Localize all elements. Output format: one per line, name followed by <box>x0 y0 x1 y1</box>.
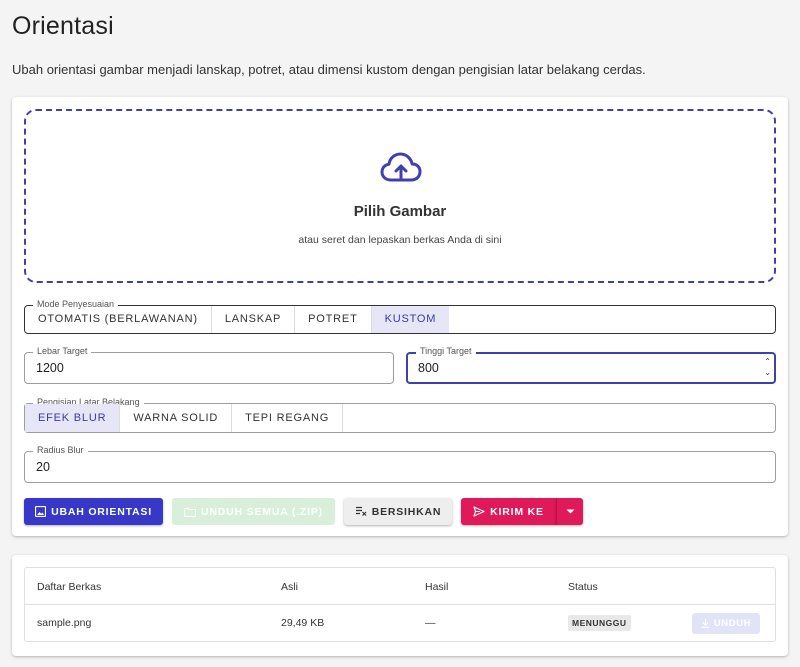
file-name-cell: sample.png <box>37 617 92 629</box>
clear-list-icon <box>355 506 367 516</box>
file-original-size-cell: 29,49 KB <box>281 617 325 629</box>
download-all-label: UNDUH SEMUA (.ZIP) <box>201 505 323 518</box>
table-divider <box>25 604 775 605</box>
cloud-upload-icon <box>380 152 422 182</box>
width-label: Lebar Target <box>33 346 92 356</box>
height-label: Tinggi Target <box>416 346 476 356</box>
file-result-cell: — <box>425 617 436 629</box>
background-option-blur[interactable]: EFEK BLUR <box>25 404 121 432</box>
mode-option-landscape[interactable]: LANSKAP <box>212 306 296 333</box>
upload-heading: Pilih Gambar <box>353 203 447 220</box>
background-option-stretch[interactable]: TEPI REGANG <box>232 404 344 432</box>
file-list-card: Daftar Berkas Asli Hasil Status sample.p… <box>12 555 788 656</box>
convert-button-label: UBAH ORIENTASI <box>51 505 152 518</box>
mode-option-auto[interactable]: OTOMATIS (BERLAWANAN) <box>25 306 212 333</box>
download-icon <box>701 619 710 628</box>
settings-card: Pilih Gambar atau seret dan lepaskan ber… <box>12 97 788 536</box>
upload-dropzone[interactable]: Pilih Gambar atau seret dan lepaskan ber… <box>24 109 776 283</box>
upload-hint: atau seret dan lepaskan berkas Anda di s… <box>298 234 502 246</box>
mode-option-portrait[interactable]: POTRET <box>295 306 372 333</box>
mode-selector: Mode Penyesuaian OTOMATIS (BERLAWANAN) L… <box>24 299 776 334</box>
send-to-button[interactable]: KIRIM KE <box>461 498 556 525</box>
chevron-up-icon[interactable]: ⌃ <box>764 356 771 367</box>
page-description: Ubah orientasi gambar menjadi lanskap, p… <box>12 62 646 77</box>
send-to-dropdown-button[interactable] <box>556 498 583 525</box>
clear-button[interactable]: BERSIHKAN <box>344 498 452 525</box>
height-stepper[interactable]: ⌃ ⌄ <box>764 356 771 378</box>
column-header-files: Daftar Berkas <box>37 581 102 593</box>
background-selector: Pengisian Latar Belakang EFEK BLUR WARNA… <box>24 397 776 433</box>
file-table: Daftar Berkas Asli Hasil Status sample.p… <box>24 567 776 642</box>
width-value[interactable]: 1200 <box>36 361 64 375</box>
row-download-label: UNDUH <box>713 618 752 629</box>
height-field[interactable]: Tinggi Target 800 ⌃ ⌄ <box>406 346 776 384</box>
send-icon <box>473 506 485 517</box>
column-header-status: Status <box>568 581 598 593</box>
send-to-label: KIRIM KE <box>490 505 544 518</box>
blur-radius-field[interactable]: Radius Blur 20 <box>24 445 776 483</box>
clear-button-label: BERSIHKAN <box>371 505 442 518</box>
mode-option-custom[interactable]: KUSTOM <box>371 306 450 333</box>
status-badge: MENUNGGU <box>568 615 631 631</box>
row-download-button[interactable]: UNDUH <box>692 613 760 634</box>
blur-radius-label: Radius Blur <box>33 445 88 455</box>
page-title: Orientasi <box>12 12 114 40</box>
width-field[interactable]: Lebar Target 1200 <box>24 346 394 384</box>
background-option-solid[interactable]: WARNA SOLID <box>120 404 233 432</box>
height-value[interactable]: 800 <box>418 361 439 375</box>
download-all-button[interactable]: UNDUH SEMUA (.ZIP) <box>172 498 335 525</box>
image-icon <box>35 506 47 517</box>
caret-down-icon <box>566 509 574 514</box>
folder-icon <box>184 507 196 517</box>
chevron-down-icon[interactable]: ⌄ <box>764 367 771 378</box>
convert-button[interactable]: UBAH ORIENTASI <box>24 498 163 525</box>
column-header-original: Asli <box>281 581 298 593</box>
blur-radius-value[interactable]: 20 <box>36 460 50 474</box>
column-header-result: Hasil <box>425 581 449 593</box>
